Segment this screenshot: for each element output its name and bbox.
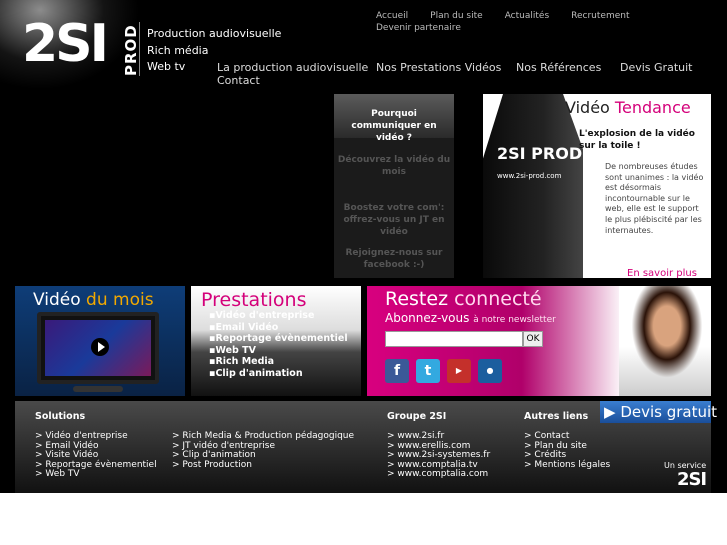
connect-title: Restez connecté: [385, 287, 542, 311]
shirt-logo: 2SI PROD: [497, 144, 583, 163]
twitter-icon[interactable]: t: [416, 359, 440, 383]
main-nav-prestations[interactable]: Nos Prestations Vidéos: [376, 61, 501, 74]
service-badge: Un service 2SI: [664, 461, 707, 490]
prestations-list: Vidéo d'entreprise Email Vidéo Reportage…: [209, 310, 348, 380]
featured-menu-item[interactable]: Rejoignez-nous sur facebook :-): [334, 247, 454, 271]
video-of-month-title: Vidéo du mois: [33, 289, 154, 311]
operator-image: [619, 286, 711, 396]
prestations-box[interactable]: Prestations Vidéo d'entreprise Email Vid…: [191, 286, 361, 396]
tagline-line: Production audiovisuelle: [147, 27, 282, 40]
featured-menu-item[interactable]: Boostez votre com': offrez-vous un JT en…: [334, 202, 454, 238]
footer-solutions-2: Rich Media & Production pédagogique JT v…: [172, 431, 354, 471]
top-nav-partner[interactable]: Devenir partenaire: [376, 22, 461, 34]
prestation-item[interactable]: Web TV: [209, 345, 348, 357]
logo-sub: PROD: [122, 22, 140, 76]
footer-solutions: Solutions Vidéo d'entreprise Email Vidéo…: [35, 411, 157, 480]
tv-stand: [73, 386, 123, 392]
vdm-title-2: du mois: [86, 290, 154, 310]
top-nav-news[interactable]: Actualités: [505, 10, 549, 22]
top-nav-home[interactable]: Accueil: [376, 10, 408, 22]
devis-gratuit-button[interactable]: ▶ Devis gratuit: [600, 401, 717, 423]
newsletter-ok-button[interactable]: OK: [523, 331, 543, 347]
footer-heading: Groupe 2SI: [387, 411, 447, 422]
connect-sub-2: à notre newsletter: [473, 315, 556, 325]
vdm-title-1: Vidéo: [33, 290, 87, 310]
cameraman-image: [483, 94, 583, 278]
shirt-url: www.2si-prod.com: [497, 172, 562, 180]
footer-link[interactable]: Mentions légales: [524, 460, 610, 471]
footer-heading: Solutions: [35, 411, 86, 422]
main-nav-references[interactable]: Nos Références: [516, 61, 601, 74]
prestation-item[interactable]: Email Vidéo: [209, 322, 348, 334]
footer-heading: Autres liens: [524, 411, 589, 422]
logo-main: 2SI: [22, 14, 109, 74]
connect-title-1: Restez: [385, 288, 455, 310]
devis-label: Devis gratuit: [620, 403, 718, 421]
prestation-item[interactable]: Reportage évènementiel: [209, 333, 347, 345]
top-nav: Accueil Plan du site Actualités Recrutement…: [376, 10, 676, 34]
feature-title-2: Tendance: [614, 98, 691, 117]
top-nav-sitemap[interactable]: Plan du site: [430, 10, 483, 22]
featured-menu-item[interactable]: Découvrez la vidéo du mois: [334, 154, 454, 178]
play-icon[interactable]: [91, 338, 109, 356]
prestation-item[interactable]: Vidéo d'entreprise: [209, 310, 348, 322]
newsletter-email-input[interactable]: [385, 331, 523, 347]
tv-thumbnail[interactable]: [37, 312, 159, 384]
prestation-item[interactable]: Rich Media: [209, 356, 348, 368]
logo[interactable]: 2SI PROD: [22, 14, 140, 76]
main-nav-devis[interactable]: Devis Gratuit: [620, 61, 692, 74]
feature-title-1: Vidéo: [565, 98, 615, 117]
prestation-item[interactable]: Clip d'animation: [209, 368, 348, 380]
dailymotion-icon[interactable]: ●: [478, 359, 502, 383]
youtube-icon[interactable]: ▶: [447, 359, 471, 383]
video-of-month-box[interactable]: Vidéo du mois: [15, 286, 185, 396]
footer-autres: Autres liens Contact Plan du site Crédit…: [524, 411, 610, 470]
connect-title-2: connecté: [454, 288, 542, 310]
page: 2SI PROD Production audiovisuelle Rich m…: [0, 0, 727, 493]
footer-link[interactable]: Post Production: [172, 460, 354, 471]
footer-groupe: Groupe 2SI www.2si.fr www.erellis.com ww…: [387, 411, 490, 480]
featured-menu: Pourquoi communiquer en vidéo ? Découvre…: [334, 94, 454, 278]
newsletter-box: Restez connecté Abonnez-vous à notre new…: [367, 286, 711, 396]
featured-menu-item-active[interactable]: Pourquoi communiquer en vidéo ?: [334, 94, 454, 143]
tagline-line: Rich média: [147, 43, 209, 57]
top-nav-jobs[interactable]: Recrutement: [571, 10, 629, 22]
connect-sub-1: Abonnez-vous: [385, 311, 474, 325]
main-nav-contact[interactable]: Contact: [217, 74, 260, 87]
service-brand: 2SI: [676, 469, 707, 490]
connect-subtitle: Abonnez-vous à notre newsletter: [385, 310, 556, 328]
footer-link[interactable]: www.comptalia.com: [387, 470, 490, 480]
facebook-icon[interactable]: f: [385, 359, 409, 383]
footer-link[interactable]: Web TV: [35, 470, 157, 480]
main-nav-production[interactable]: La production audiovisuelle: [217, 61, 368, 74]
feature-banner[interactable]: 2SI PROD www.2si-prod.com Vidéo Tendance…: [483, 94, 711, 278]
feature-more-link[interactable]: En savoir plus: [627, 268, 697, 278]
feature-title: Vidéo Tendance: [565, 98, 691, 118]
feature-body: De nombreuses études sont unanimes : la …: [605, 162, 704, 235]
feature-subtitle: L'explosion de la vidéo sur la toile !: [579, 129, 695, 151]
